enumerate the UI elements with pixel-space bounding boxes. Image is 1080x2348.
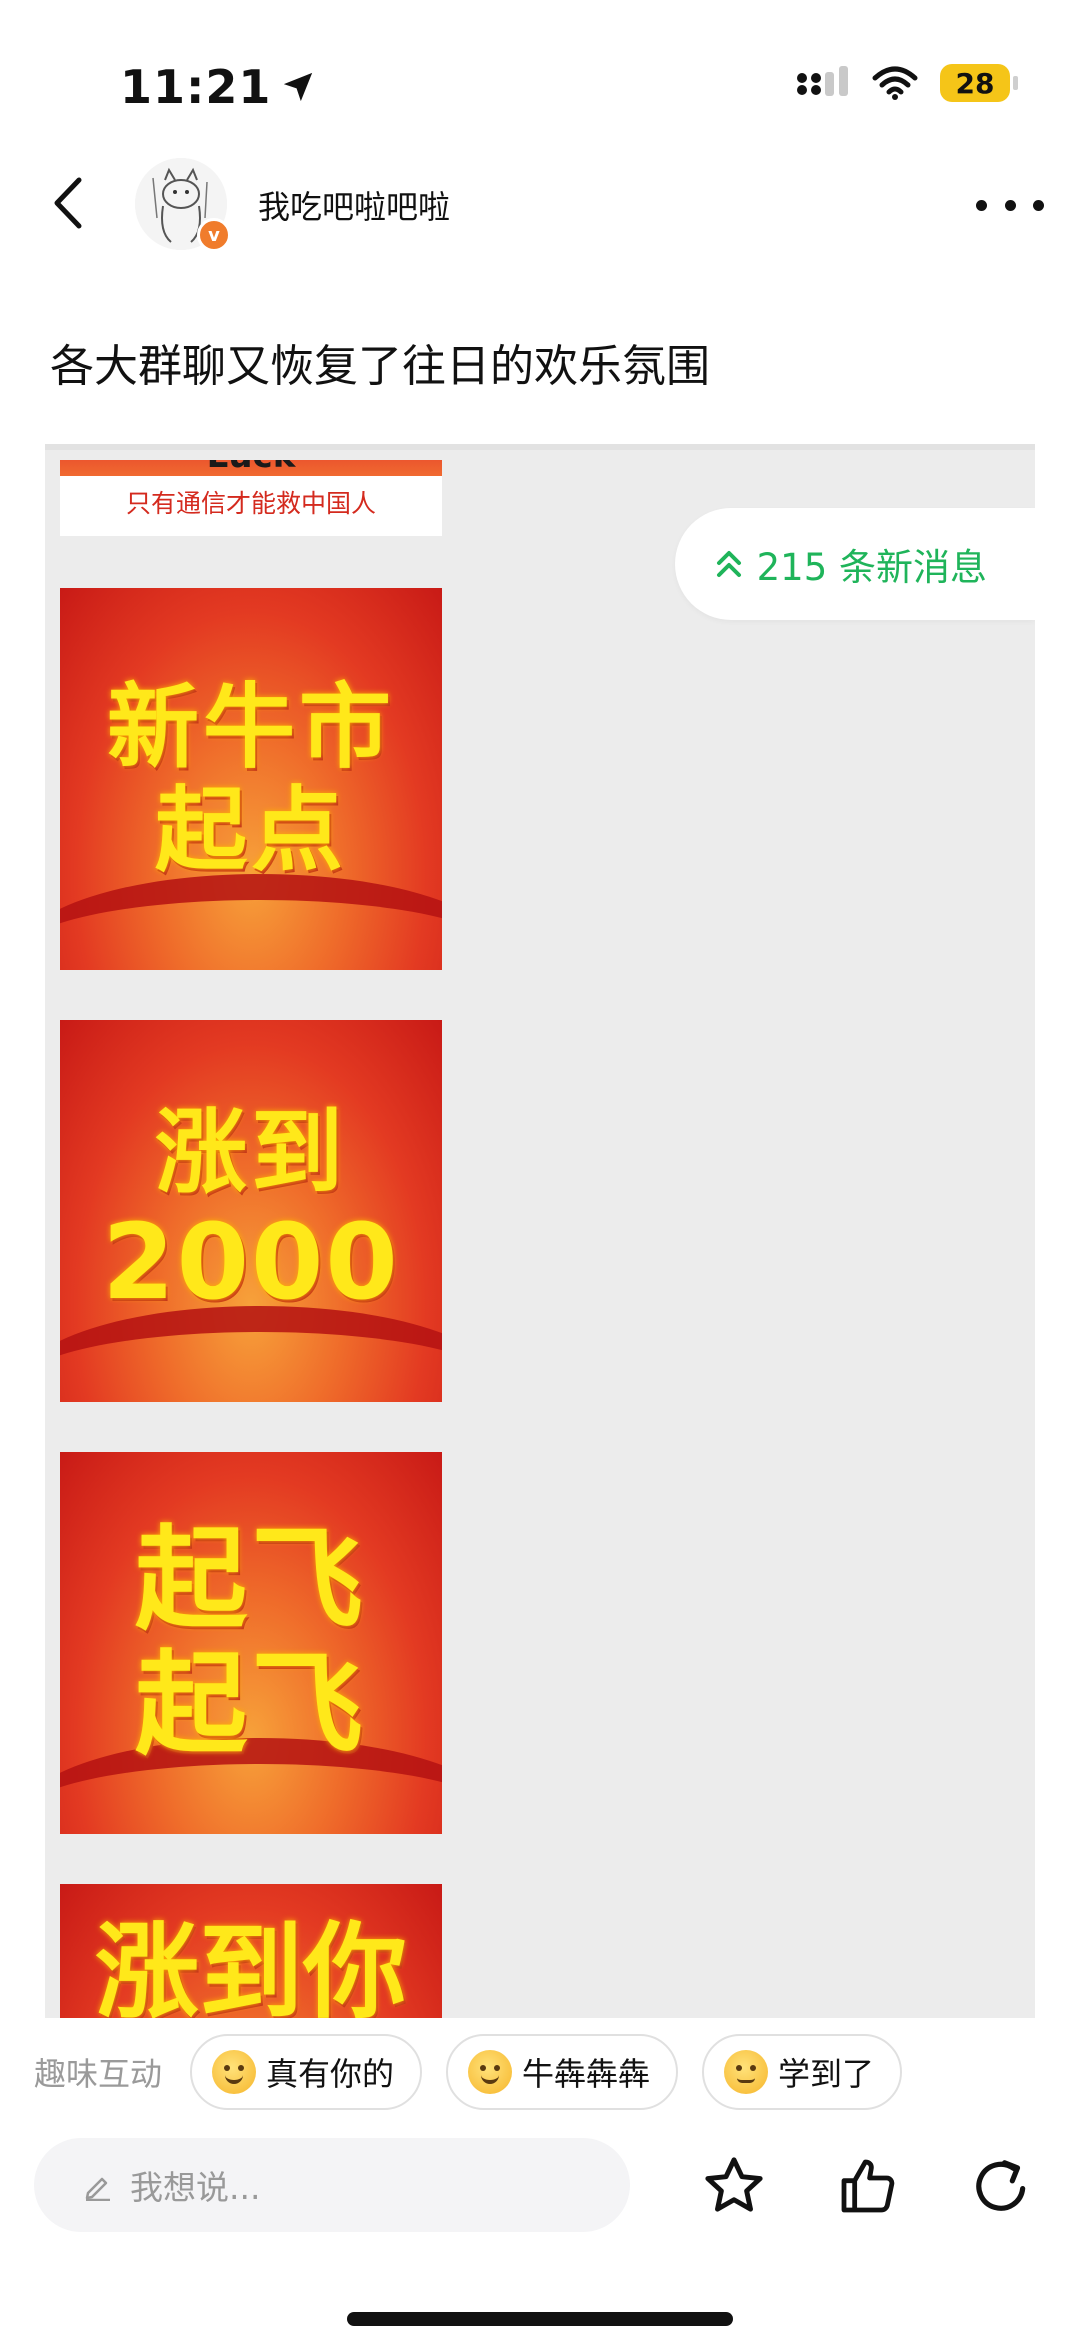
sticker-text: 涨到	[154, 1099, 347, 1207]
share-button[interactable]	[966, 2150, 1038, 2222]
chip-label: 学到了	[778, 2055, 875, 2093]
sticker-text: 起飞	[135, 1514, 367, 1645]
star-icon	[705, 2157, 763, 2212]
smile-emoji-icon	[468, 2050, 513, 2094]
fun-interaction-row: 趣味互动 真有你的 牛犇犇犇 学到了	[0, 2032, 1080, 2112]
more-dot-icon	[1033, 199, 1044, 211]
chip-label: 牛犇犇犇	[522, 2055, 651, 2093]
sticker-text: 起点	[154, 777, 347, 884]
fun-interaction-label: 趣味互动	[34, 2055, 163, 2093]
new-messages-pill[interactable]: 215 条新消息	[674, 508, 1035, 620]
new-messages-text: 215 条新消息	[756, 546, 987, 589]
wifi-icon	[872, 66, 918, 100]
author-name[interactable]: 我吃吧啦吧啦	[258, 182, 450, 228]
sticker-text: 2000	[102, 1201, 400, 1324]
chevron-left-icon	[54, 177, 82, 229]
sticker-luck: Luck 只有通信才能救中国人	[60, 460, 442, 536]
more-dot-icon	[976, 199, 987, 211]
sticker-new-bull-market: 新牛市 起点	[60, 588, 442, 970]
sticker-rise-to-you: 涨到你	[60, 1884, 442, 2018]
more-options-button[interactable]	[970, 180, 1050, 230]
slight-smile-emoji-icon	[724, 2050, 769, 2094]
time-text: 11:21	[120, 60, 272, 114]
double-chevron-up-icon	[716, 551, 741, 577]
sticker-text: 新牛市	[106, 673, 395, 781]
laughing-emoji-icon	[212, 2050, 257, 2094]
comment-placeholder: 我想说...	[130, 2168, 261, 2207]
verified-badge-icon: v	[197, 218, 231, 252]
battery-indicator: 28	[940, 64, 1018, 102]
post-title: 各大群聊又恢复了往日的欢乐氛围	[50, 341, 710, 392]
back-button[interactable]	[38, 168, 98, 238]
more-dot-icon	[1004, 199, 1016, 211]
chip-label: 真有你的	[266, 2055, 395, 2093]
location-arrow-icon	[284, 72, 313, 102]
sticker-caption: 只有通信才能救中国人	[125, 489, 376, 518]
post-header: v 我吃吧啦吧啦	[0, 150, 1080, 260]
sticker-banner: Luck	[60, 460, 442, 476]
chip-xue-dao-le[interactable]: 学到了	[702, 2034, 903, 2110]
chip-zhen-you-ni-de[interactable]: 真有你的	[190, 2034, 423, 2110]
comment-input[interactable]: 我想说...	[34, 2138, 630, 2232]
bottom-bar: 我想说...	[0, 2138, 1080, 2234]
sticker-text: 起飞	[135, 1640, 367, 1770]
avatar[interactable]: v	[135, 158, 231, 252]
favorite-button[interactable]	[698, 2150, 770, 2222]
post-image[interactable]: Luck 只有通信才能救中国人 新牛市 起点 涨到 2000 起飞 起飞 涨到你…	[45, 444, 1035, 2018]
status-indicators: 28	[796, 64, 1018, 102]
chip-niu-ben-ben[interactable]: 牛犇犇犇	[446, 2034, 679, 2110]
pencil-icon	[85, 2177, 110, 2201]
sticker-rise-to-2000: 涨到 2000	[60, 1020, 442, 1402]
thumbs-up-icon	[841, 2159, 895, 2213]
cellular-signal-icon	[797, 66, 848, 96]
sticker-text: 涨到你	[94, 1911, 407, 2018]
like-button[interactable]	[832, 2150, 904, 2222]
status-time: 11:21	[120, 60, 315, 114]
status-bar: 11:21 28	[0, 0, 1080, 150]
sticker-take-off: 起飞 起飞	[60, 1452, 442, 1834]
share-arrow-icon	[976, 2160, 1026, 2211]
home-indicator	[347, 2312, 733, 2326]
